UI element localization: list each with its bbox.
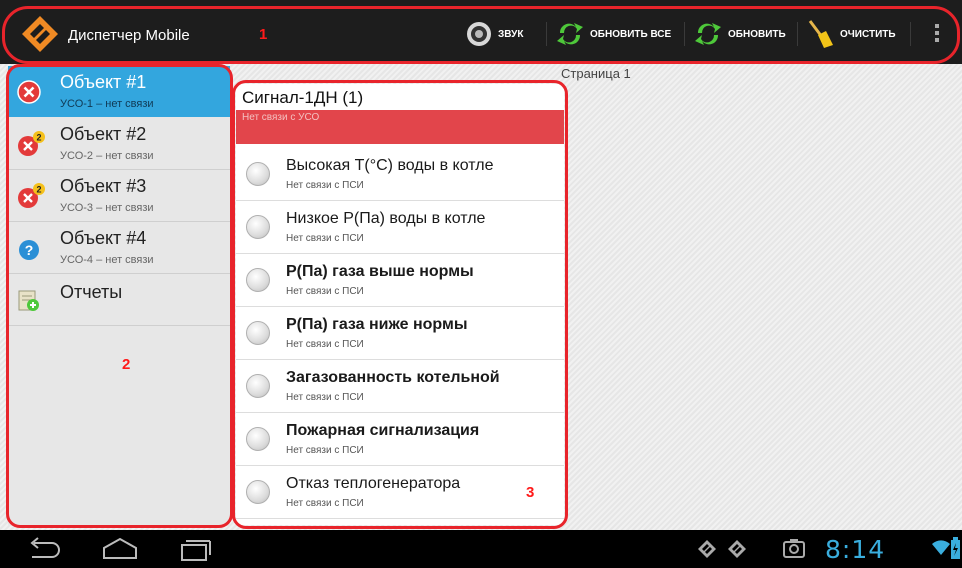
app-notification-icon: [728, 540, 746, 558]
signal-row-subtitle: Нет связи с ПСИ: [286, 286, 364, 297]
signal-row-subtitle: Нет связи с ПСИ: [286, 180, 364, 191]
refresh-button[interactable]: ОБНОВИТЬ: [694, 18, 786, 50]
signal-row-title: Отказ теплогенератора: [286, 475, 461, 492]
signal-row-title: Высокая Т(°С) воды в котле: [286, 157, 494, 174]
signal-row[interactable]: Загазованность котельной Нет связи с ПСИ: [236, 360, 564, 413]
sidebar-item-subtitle: УСО-4 – нет связи: [60, 254, 154, 266]
speaker-icon: [467, 22, 491, 46]
signal-row-title: Загазованность котельной: [286, 369, 500, 386]
signal-row-subtitle: Нет связи с ПСИ: [286, 339, 364, 350]
signal-row-subtitle: Нет связи с ПСИ: [286, 498, 364, 509]
refresh-all-label: ОБНОВИТЬ ВСЕ: [590, 28, 672, 40]
badge-count: 2: [36, 133, 41, 143]
signal-row[interactable]: Пожарная сигнализация Нет связи с ПСИ: [236, 413, 564, 466]
recent-apps-icon[interactable]: [176, 536, 212, 562]
signal-row[interactable]: Р(Па) газа ниже нормы Нет связи с ПСИ: [236, 307, 564, 360]
status-indicator-icon: [246, 215, 270, 239]
badge-count: 2: [36, 185, 41, 195]
signal-row-title: Р(Па) газа выше нормы: [286, 263, 474, 280]
error-badge-icon: 2: [18, 131, 45, 156]
sound-label: ЗВУК: [498, 28, 524, 40]
status-indicator-icon: [246, 162, 270, 186]
sidebar-item-subtitle: УСО-2 – нет связи: [60, 150, 154, 162]
signal-panel: Сигнал-1ДН (1) Нет связи с УСО Высокая Т…: [236, 84, 564, 525]
error-icon: [17, 80, 41, 104]
action-bar: Диспетчер Mobile 1 ЗВУК ОБНОВИТЬ ВСЕ ОБН…: [0, 0, 962, 64]
toolbar-divider: [797, 22, 798, 46]
sidebar-item-subtitle: УСО-1 – нет связи: [60, 98, 154, 110]
signal-row[interactable]: Р(Па) газа выше нормы Нет связи с ПСИ: [236, 254, 564, 307]
screenshot-icon: [783, 539, 805, 558]
sidebar-item-title: Объект #2: [60, 124, 147, 144]
signal-title: Сигнал-1ДН (1): [242, 88, 364, 107]
toolbar-divider: [684, 22, 685, 46]
sidebar-item-title: Объект #4: [60, 228, 147, 248]
signal-row[interactable]: Высокая Т(°С) воды в котле Нет связи с П…: [236, 148, 564, 201]
status-indicator-icon: [246, 374, 270, 398]
app-logo-icon[interactable]: [20, 14, 60, 54]
sidebar-item-title: Отчеты: [60, 282, 123, 302]
signal-status-bar: Нет связи с УСО: [236, 110, 564, 144]
sidebar-item-object-4[interactable]: ? Объект #4 УСО-4 – нет связи: [8, 222, 230, 274]
signal-row-subtitle: Нет связи с ПСИ: [286, 392, 364, 403]
error-badge-icon: 2: [18, 183, 45, 208]
status-indicator-icon: [246, 321, 270, 345]
signal-header[interactable]: Сигнал-1ДН (1): [236, 84, 564, 110]
home-icon[interactable]: [100, 536, 140, 562]
status-clock: 8:14: [825, 535, 886, 564]
system-navigation-bar: [0, 530, 962, 568]
sidebar-item-object-3[interactable]: 2 Объект #3 УСО-3 – нет связи: [8, 170, 230, 222]
status-indicator-icon: [246, 268, 270, 292]
signal-row-subtitle: Нет связи с ПСИ: [286, 233, 364, 244]
toolbar-divider: [910, 22, 911, 46]
sidebar-item-object-2[interactable]: 2 Объект #2 УСО-2 – нет связи: [8, 118, 230, 170]
question-icon: ?: [19, 240, 39, 260]
signal-row[interactable]: Отказ теплогенератора Нет связи с ПСИ: [236, 466, 564, 519]
annotation-1: 1: [259, 26, 268, 43]
refresh-label: ОБНОВИТЬ: [728, 28, 786, 40]
sidebar-item-title: Объект #3: [60, 176, 147, 196]
signal-row-title: Пожарная сигнализация: [286, 422, 480, 439]
sidebar-item-reports[interactable]: Отчеты: [8, 274, 230, 326]
sidebar-item-title: Объект #1: [60, 72, 147, 92]
wifi-icon: [932, 540, 950, 555]
refresh-all-icon: [557, 23, 583, 45]
signal-status: Нет связи с УСО: [242, 112, 320, 123]
broom-icon: [808, 20, 833, 48]
object-sidebar: Объект #1 УСО-1 – нет связи 2 Объект #2 …: [8, 66, 230, 526]
refresh-icon: [695, 23, 721, 45]
toolbar-divider: [546, 22, 547, 46]
signal-row-title: Низкое Р(Па) воды в котле: [286, 210, 486, 227]
page-label: Страница 1: [561, 66, 631, 81]
signal-row-subtitle: Нет связи с ПСИ: [286, 445, 364, 456]
back-icon[interactable]: [26, 536, 62, 562]
status-indicator-icon: [246, 427, 270, 451]
annotation-3: 3: [526, 484, 535, 501]
refresh-all-button[interactable]: ОБНОВИТЬ ВСЕ: [556, 18, 671, 50]
sidebar-item-subtitle: УСО-3 – нет связи: [60, 202, 154, 214]
signal-row-title: Р(Па) газа ниже нормы: [286, 316, 468, 333]
annotation-2: 2: [122, 356, 131, 373]
clear-label: ОЧИСТИТЬ: [840, 28, 896, 40]
svg-text:?: ?: [25, 242, 34, 258]
sound-button[interactable]: ЗВУК: [466, 18, 523, 50]
reports-icon: [18, 290, 39, 311]
signal-row[interactable]: Низкое Р(Па) воды в котле Нет связи с ПС…: [236, 201, 564, 254]
app-notification-icon: [698, 540, 716, 558]
overflow-menu-icon[interactable]: [934, 24, 940, 46]
sidebar-item-object-1[interactable]: Объект #1 УСО-1 – нет связи: [8, 66, 230, 117]
status-indicator-icon: [246, 480, 270, 504]
battery-icon: [951, 537, 960, 559]
app-title: Диспетчер Mobile: [68, 27, 190, 44]
clear-button[interactable]: ОЧИСТИТЬ: [806, 18, 896, 50]
